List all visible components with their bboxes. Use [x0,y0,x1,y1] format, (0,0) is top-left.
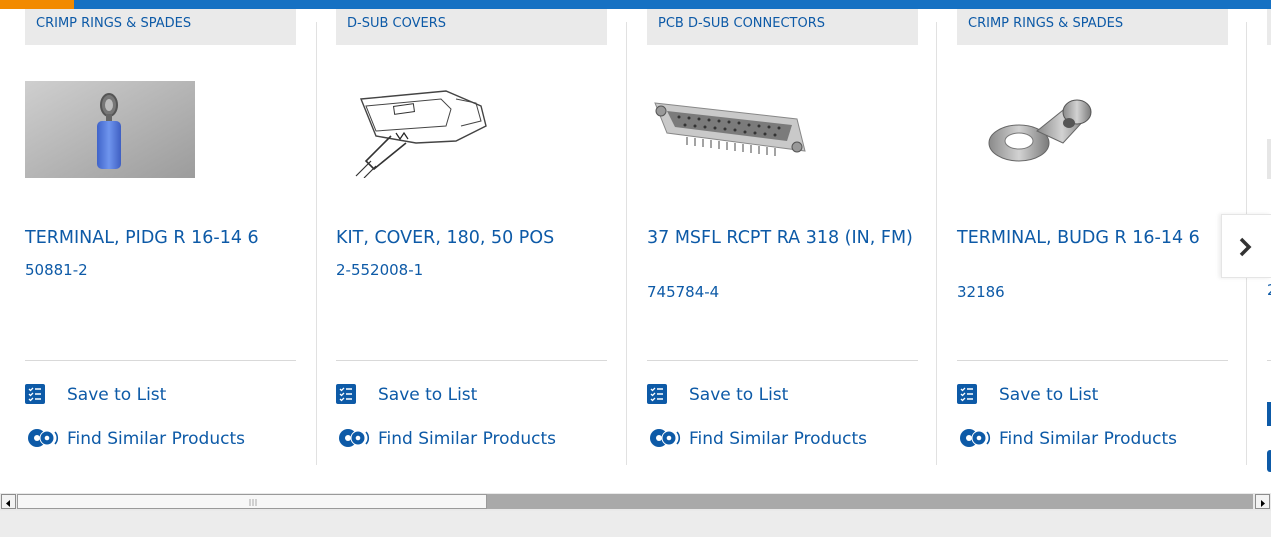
horizontal-scrollbar[interactable] [0,493,1271,511]
save-to-list-label: Save to List [67,385,167,405]
save-to-list-label: Save to List [689,385,789,405]
gears-icon [960,429,991,447]
top-accent-bar [0,0,1271,9]
category-label [1267,9,1271,45]
product-title[interactable]: KIT, COVER, 180, 50 POS [336,229,608,247]
product-card: CRIMP RINGS & SPADES TERMINAL, BUDG R 16… [957,9,1229,465]
part-number[interactable]: 745784-4 [647,283,719,301]
checklist-icon [1267,402,1271,426]
card-divider [957,360,1228,361]
card-divider [336,360,607,361]
product-card: CRIMP RINGS & SPADES TERMINAL, PIDG R 16… [25,9,297,465]
card-divider [1267,360,1271,361]
chevron-right-icon [1239,237,1252,257]
category-label[interactable]: CRIMP RINGS & SPADES [25,9,296,45]
card-separator [626,22,627,465]
product-card: PCB D-SUB CONNECTORS 37 MSFL RCPT RA 318… [647,9,919,465]
part-number[interactable]: 32186 [957,283,1005,301]
product-image[interactable] [336,81,506,178]
product-image[interactable] [957,81,1127,178]
arrow-left-icon [6,500,10,507]
card-divider [647,360,918,361]
category-label[interactable]: CRIMP RINGS & SPADES [957,9,1228,45]
product-title[interactable]: TERMINAL, BUDG R 16-14 6 [957,229,1229,247]
product-carousel: CRIMP RINGS & SPADES TERMINAL, PIDG R 16… [0,9,1271,484]
arrow-right-icon [1261,500,1265,507]
grip-icon [249,499,257,506]
gears-icon [339,429,370,447]
save-to-list-label: Save to List [999,385,1099,405]
gears-icon [650,429,681,447]
save-to-list-button[interactable]: Save to List [336,383,536,407]
find-similar-label: Find Similar Products [378,429,556,449]
find-similar-products-button[interactable]: Find Similar Products [957,427,1187,451]
save-to-list-button[interactable]: Save to List [957,383,1157,407]
scroll-left-button[interactable] [1,494,16,509]
find-similar-products-button[interactable]: Find Similar Products [25,427,255,451]
gears-icon [28,429,59,447]
save-to-list-label: Save to List [378,385,478,405]
carousel-next-button[interactable] [1221,214,1271,278]
checklist-icon [336,384,356,404]
product-title[interactable]: 37 MSFL RCPT RA 318 (IN, FM) [647,229,919,247]
top-accent-orange [0,0,74,9]
card-separator [316,22,317,465]
gears-icon [1267,450,1271,472]
scrollbar-thumb[interactable] [17,494,487,509]
save-to-list-button[interactable]: Save to List [25,383,225,407]
product-card: D-SUB COVERS KIT, COVER, 180, 50 POS 2-5… [336,9,608,465]
product-image [1267,139,1271,179]
product-image[interactable] [25,81,195,178]
checklist-icon [25,384,45,404]
checklist-icon [647,384,667,404]
card-separator [936,22,937,465]
find-similar-products-button[interactable]: Find Similar Products [336,427,566,451]
part-number[interactable]: 50881-2 [25,261,88,279]
card-divider [25,360,296,361]
checklist-icon [957,384,977,404]
scrollbar-track[interactable] [487,494,1253,509]
product-image[interactable] [647,81,817,178]
part-number[interactable]: 2-552008-1 [336,261,423,279]
bottom-panel [0,511,1271,537]
find-similar-label: Find Similar Products [689,429,867,449]
scroll-right-button[interactable] [1255,494,1270,509]
category-label[interactable]: D-SUB COVERS [336,9,607,45]
category-label[interactable]: PCB D-SUB CONNECTORS [647,9,918,45]
part-number: 2 [1267,281,1271,299]
find-similar-products-button[interactable]: Find Similar Products [647,427,877,451]
find-similar-label: Find Similar Products [67,429,245,449]
save-to-list-button[interactable]: Save to List [647,383,847,407]
find-similar-label: Find Similar Products [999,429,1177,449]
product-title[interactable]: TERMINAL, PIDG R 16-14 6 [25,229,297,247]
